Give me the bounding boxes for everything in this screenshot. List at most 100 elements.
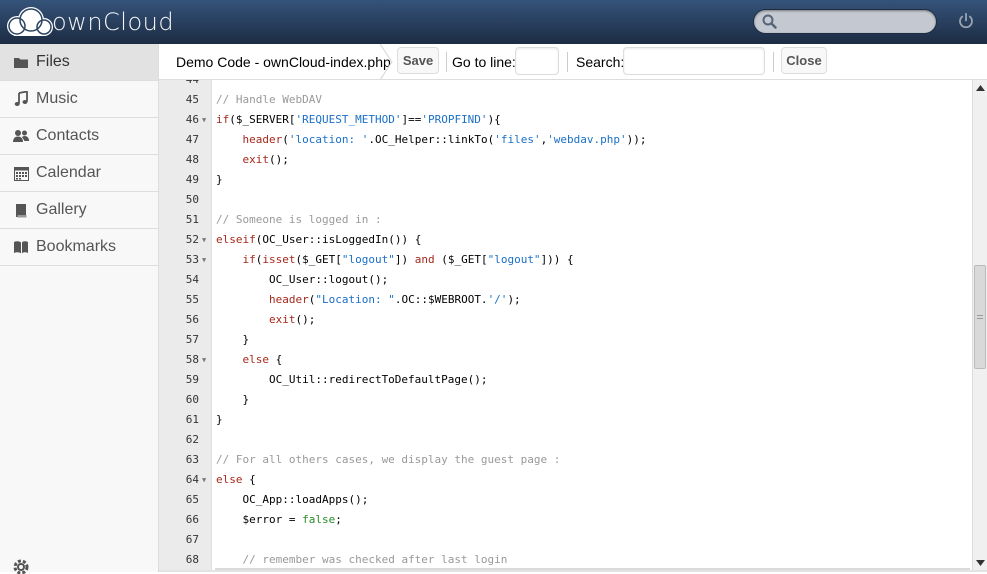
- vertical-scrollbar[interactable]: [972, 80, 987, 570]
- code-line[interactable]: 66 $error = false;: [159, 510, 972, 530]
- code-line[interactable]: 52 ▼ elseif(OC_User::isLoggedIn()) {: [159, 230, 972, 250]
- code-text: exit();: [268, 313, 316, 326]
- code-text: exit();: [242, 153, 289, 166]
- fold-arrow-icon[interactable]: ▼: [202, 350, 206, 370]
- code-line[interactable]: 63 // For all others cases, we display th…: [159, 450, 972, 470]
- code-line[interactable]: 44: [159, 80, 972, 90]
- line-number: 56: [185, 313, 199, 326]
- line-number: 51: [185, 213, 199, 226]
- code-line[interactable]: 64 ▼ else {: [159, 470, 972, 490]
- code-line[interactable]: 45 // Handle WebDAV: [159, 90, 972, 110]
- code-text: $error = false;: [216, 513, 342, 526]
- line-number: 59: [185, 373, 199, 386]
- breadcrumb-arrow-icon: [379, 44, 393, 80]
- fold-arrow-icon[interactable]: ▼: [202, 250, 206, 270]
- code-text: OC_User::logout();: [216, 273, 389, 286]
- scroll-up-arrow-icon[interactable]: [973, 80, 987, 95]
- code-text: }: [216, 333, 250, 346]
- code-line[interactable]: 53 ▼ if(isset($_GET["logout"]) and ($_GET…: [159, 250, 972, 270]
- code-text: header('location: '.OC_Helper::linkTo('f…: [242, 133, 647, 146]
- code-line[interactable]: 61}: [159, 410, 972, 430]
- code-text: header("Location: ".OC::$WEBROOT.'/');: [268, 293, 521, 306]
- music-note-icon: [13, 91, 29, 107]
- fold-arrow-icon[interactable]: ▼: [202, 230, 206, 250]
- code-line[interactable]: 62: [159, 430, 972, 450]
- code-text: OC_App::loadApps();: [216, 493, 369, 506]
- cloud-logo-icon: [7, 7, 53, 36]
- goto-line-input[interactable]: [515, 47, 559, 75]
- picture-icon: [13, 202, 29, 218]
- code-line[interactable]: 57 }: [159, 330, 972, 350]
- breadcrumb-filename: Demo Code - ownCloud-index.php: [176, 54, 391, 70]
- code-line[interactable]: 46 ▼ if($_SERVER['REQUEST_METHOD']=='PROPF…: [159, 110, 972, 130]
- nav-label-music: Music: [36, 90, 78, 107]
- line-number: 65: [185, 493, 199, 506]
- code-line[interactable]: 47 header('location: '.OC_Helper::linkTo…: [159, 130, 972, 150]
- line-number: 50: [185, 193, 199, 206]
- separator: [773, 52, 774, 72]
- code-text: if($_SERVER['REQUEST_METHOD']=='PROPFIND…: [216, 113, 501, 126]
- nav-item-contacts[interactable]: Contacts: [0, 118, 158, 155]
- line-number: 48: [185, 153, 199, 166]
- code-line[interactable]: 48 exit();: [159, 150, 972, 170]
- breadcrumb[interactable]: Demo Code - ownCloud-index.php: [159, 44, 411, 80]
- search-input[interactable]: [753, 9, 937, 34]
- nav-item-files[interactable]: Files: [0, 44, 158, 81]
- nav-label-calendar: Calendar: [36, 164, 101, 181]
- line-number: 66: [185, 513, 199, 526]
- editor-controls: Demo Code - ownCloud-index.php Save Go t…: [159, 44, 987, 80]
- code-text: // Someone is logged in :: [216, 213, 382, 226]
- fold-arrow-icon[interactable]: ▼: [202, 470, 206, 490]
- code-line[interactable]: 65 OC_App::loadApps();: [159, 490, 972, 510]
- search-icon: [762, 14, 777, 29]
- code-text: OC_Util::redirectToDefaultPage();: [216, 373, 488, 386]
- code-line[interactable]: 60 }: [159, 390, 972, 410]
- line-number: 68: [185, 553, 199, 566]
- owncloud-logo[interactable]: ownCloud: [4, 6, 174, 38]
- code-line[interactable]: 49}: [159, 170, 972, 190]
- code-line[interactable]: 67: [159, 530, 972, 550]
- close-button[interactable]: Close: [781, 47, 827, 74]
- code-line[interactable]: 50: [159, 190, 972, 210]
- line-number: 67: [185, 533, 199, 546]
- code-text: // Handle WebDAV: [216, 93, 322, 106]
- code-line[interactable]: 51 // Someone is logged in :: [159, 210, 972, 230]
- nav-label-contacts: Contacts: [36, 127, 100, 144]
- line-number: 45: [185, 93, 199, 106]
- editor-search-input[interactable]: [623, 47, 765, 75]
- save-button-label: Save: [402, 53, 434, 68]
- nav-item-bookmarks[interactable]: Bookmarks: [0, 229, 158, 266]
- separator: [567, 52, 568, 72]
- code-line[interactable]: 54 OC_User::logout();: [159, 270, 972, 290]
- code-editor[interactable]: 44 45 // Handle WebDAV 46▼if($_SERVER['REQU…: [159, 80, 972, 570]
- bookmark-icon: [13, 239, 29, 255]
- line-number: 57: [185, 333, 199, 346]
- nav-item-gallery[interactable]: Gallery: [0, 192, 158, 229]
- separator: [446, 52, 447, 72]
- code-line[interactable]: 59 OC_Util::redirectToDefaultPage();: [159, 370, 972, 390]
- save-button[interactable]: Save: [397, 47, 439, 74]
- line-number: 58: [185, 353, 199, 366]
- code-text: }: [216, 173, 223, 186]
- scroll-down-arrow-icon[interactable]: [973, 555, 987, 570]
- line-number: 47: [185, 133, 199, 146]
- logout-power-icon[interactable]: [957, 12, 975, 30]
- code-line[interactable]: 58 ▼ else {: [159, 350, 972, 370]
- app-navigation: Files Music Contacts Calendar Gallery Bo…: [0, 44, 159, 574]
- line-number: 54: [185, 273, 199, 286]
- nav-item-calendar[interactable]: Calendar: [0, 155, 158, 192]
- line-number: 53: [185, 253, 199, 266]
- scrollbar-thumb[interactable]: [974, 265, 986, 369]
- code-line[interactable]: 55 header("Location: ".OC::$WEBROOT.'/')…: [159, 290, 972, 310]
- line-number: 44: [159, 80, 199, 90]
- code-line[interactable]: 68 // remember was checked after last lo…: [159, 550, 972, 570]
- line-number: 60: [185, 393, 199, 406]
- nav-item-music[interactable]: Music: [0, 81, 158, 118]
- calendar-icon: [13, 165, 29, 181]
- code-text: if(isset($_GET["logout"]) and ($_GET["lo…: [242, 253, 574, 266]
- line-number: 62: [185, 433, 199, 446]
- fold-arrow-icon[interactable]: ▼: [202, 110, 206, 130]
- brand-name: ownCloud: [52, 8, 175, 36]
- line-number: 64: [185, 473, 199, 486]
- code-line[interactable]: 56 exit();: [159, 310, 972, 330]
